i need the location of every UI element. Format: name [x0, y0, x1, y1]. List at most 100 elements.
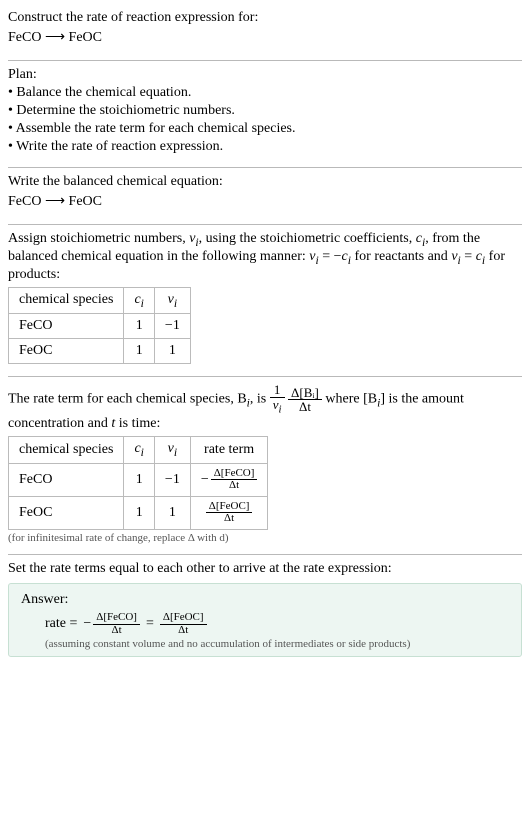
cell-ci: 1 — [124, 314, 154, 339]
delta-t: Δt — [299, 399, 311, 414]
cell-species: FeCO — [9, 463, 124, 496]
plan-section: Plan: • Balance the chemical equation. •… — [8, 63, 522, 165]
assign-text: Assign stoichiometric numbers, νi, using… — [8, 231, 522, 283]
text: , using the stoichiometric coefficients, — [199, 231, 416, 246]
cell-nui: −1 — [154, 314, 190, 339]
final-intro: Set the rate terms equal to each other t… — [8, 561, 522, 577]
eq-lhs: FeCO — [8, 194, 41, 209]
balanced-section: Write the balanced chemical equation: Fe… — [8, 170, 522, 222]
table-header-row: chemical species ci νi rate term — [9, 436, 268, 463]
text: for reactants and — [351, 249, 451, 264]
cell-species: FeCO — [9, 314, 124, 339]
col-rate-term: rate term — [190, 436, 268, 463]
rate-term-section: The rate term for each chemical species,… — [8, 379, 522, 552]
balanced-equation: FeCO ⟶ FeOC — [8, 192, 522, 210]
divider — [8, 554, 522, 555]
cell-nui: 1 — [154, 496, 190, 529]
table-row: FeCO 1 −1 — [9, 314, 191, 339]
lhs-term: − Δ[FeCO] Δt — [83, 612, 140, 636]
text: where [B — [325, 392, 377, 407]
prompt-title: Construct the rate of reaction expressio… — [8, 10, 522, 26]
cell-ci: 1 — [124, 463, 154, 496]
cell-nui: −1 — [154, 463, 190, 496]
plan-label: Plan: — [8, 67, 522, 83]
answer-expression: rate = − Δ[FeCO] Δt = Δ[FeOC] Δt — [21, 612, 509, 636]
table-row: FeOC 1 1 — [9, 339, 191, 364]
answer-note: (assuming constant volume and no accumul… — [21, 638, 509, 650]
final-section: Set the rate terms equal to each other t… — [8, 557, 522, 665]
fraction-one-over-nu: 1 νi — [270, 383, 285, 416]
text: = − — [319, 249, 342, 264]
frac-den: Δt — [160, 625, 207, 637]
fraction: Δ[FeCO] Δt — [93, 612, 140, 636]
frac-num: 1 — [270, 383, 285, 398]
rate-table: chemical species ci νi rate term FeCO 1 … — [8, 436, 268, 530]
arrow-icon: ⟶ — [45, 192, 65, 208]
infinitesimal-note: (for infinitesimal rate of change, repla… — [8, 532, 522, 544]
plan-list: • Balance the chemical equation. • Deter… — [8, 85, 522, 155]
sub-i: i — [279, 404, 282, 416]
frac-den: Δt — [206, 513, 253, 525]
frac-den: Δt — [93, 625, 140, 637]
frac-num: Δ[Bᵢ] — [288, 386, 322, 401]
text: The rate term for each chemical species,… — [8, 392, 247, 407]
text: , is — [250, 392, 270, 407]
frac-num: Δ[FeCO] — [93, 612, 140, 625]
divider — [8, 167, 522, 168]
col-ci: ci — [124, 436, 154, 463]
rate-label: rate = — [45, 616, 77, 632]
frac-den: Δt — [288, 400, 322, 414]
text: = — [461, 249, 476, 264]
cell-nui: 1 — [154, 339, 190, 364]
table-header-row: chemical species ci νi — [9, 287, 191, 314]
assign-section: Assign stoichiometric numbers, νi , using… — [8, 227, 522, 374]
cell-ci: 1 — [124, 339, 154, 364]
fraction: Δ[FeCO] Δt — [211, 468, 258, 492]
col-nui: νi — [154, 287, 190, 314]
answer-box: Answer: rate = − Δ[FeCO] Δt = Δ[FeOC] Δt… — [8, 583, 522, 657]
text: Assign stoichiometric numbers, — [8, 231, 189, 246]
sub-i: i — [174, 296, 177, 309]
equals-sign: = — [146, 616, 154, 632]
fraction: Δ[FeOC] Δt — [206, 501, 253, 525]
fraction-delta-b: Δ[Bᵢ] Δt — [288, 386, 322, 414]
table-row: FeOC 1 1 Δ[FeOC] Δt — [9, 496, 268, 529]
prompt-equation: FeCO ⟶ FeOC — [8, 28, 522, 46]
plan-item: • Assemble the rate term for each chemic… — [8, 121, 522, 137]
divider — [8, 224, 522, 225]
cell-species: FeOC — [9, 496, 124, 529]
stoich-table: chemical species ci νi FeCO 1 −1 FeOC 1 … — [8, 287, 191, 365]
sub-i: i — [141, 296, 144, 309]
col-nui: νi — [154, 436, 190, 463]
fraction: Δ[FeOC] Δt — [160, 612, 207, 636]
prompt-section: Construct the rate of reaction expressio… — [8, 6, 522, 58]
cell-rate-term: − Δ[FeCO] Δt — [190, 463, 268, 496]
cell-ci: 1 — [124, 496, 154, 529]
balanced-title: Write the balanced chemical equation: — [8, 174, 522, 190]
col-species: chemical species — [9, 436, 124, 463]
divider — [8, 376, 522, 377]
neg-sign: − — [83, 616, 91, 632]
frac-den: Δt — [211, 480, 258, 492]
cell-rate-term: Δ[FeOC] Δt — [190, 496, 268, 529]
sub-i: i — [174, 446, 177, 459]
rate-term-text: The rate term for each chemical species,… — [8, 383, 522, 432]
col-ci: ci — [124, 287, 154, 314]
divider — [8, 60, 522, 61]
page: Construct the rate of reaction expressio… — [0, 0, 530, 675]
eq-rhs: FeOC — [69, 30, 102, 45]
text: is time: — [115, 416, 160, 431]
sub-i: i — [141, 446, 144, 459]
cell-species: FeOC — [9, 339, 124, 364]
frac-num: Δ[FeOC] — [160, 612, 207, 625]
arrow-icon: ⟶ — [45, 28, 65, 44]
eq-lhs: FeCO — [8, 30, 41, 45]
plan-item: • Write the rate of reaction expression. — [8, 139, 522, 155]
plan-item: • Determine the stoichiometric numbers. — [8, 103, 522, 119]
frac-den: νi — [270, 398, 285, 416]
table-row: FeCO 1 −1 − Δ[FeCO] Δt — [9, 463, 268, 496]
neg-sign: − — [201, 472, 209, 488]
plan-item: • Balance the chemical equation. — [8, 85, 522, 101]
col-species: chemical species — [9, 287, 124, 314]
answer-label: Answer: — [21, 592, 509, 608]
